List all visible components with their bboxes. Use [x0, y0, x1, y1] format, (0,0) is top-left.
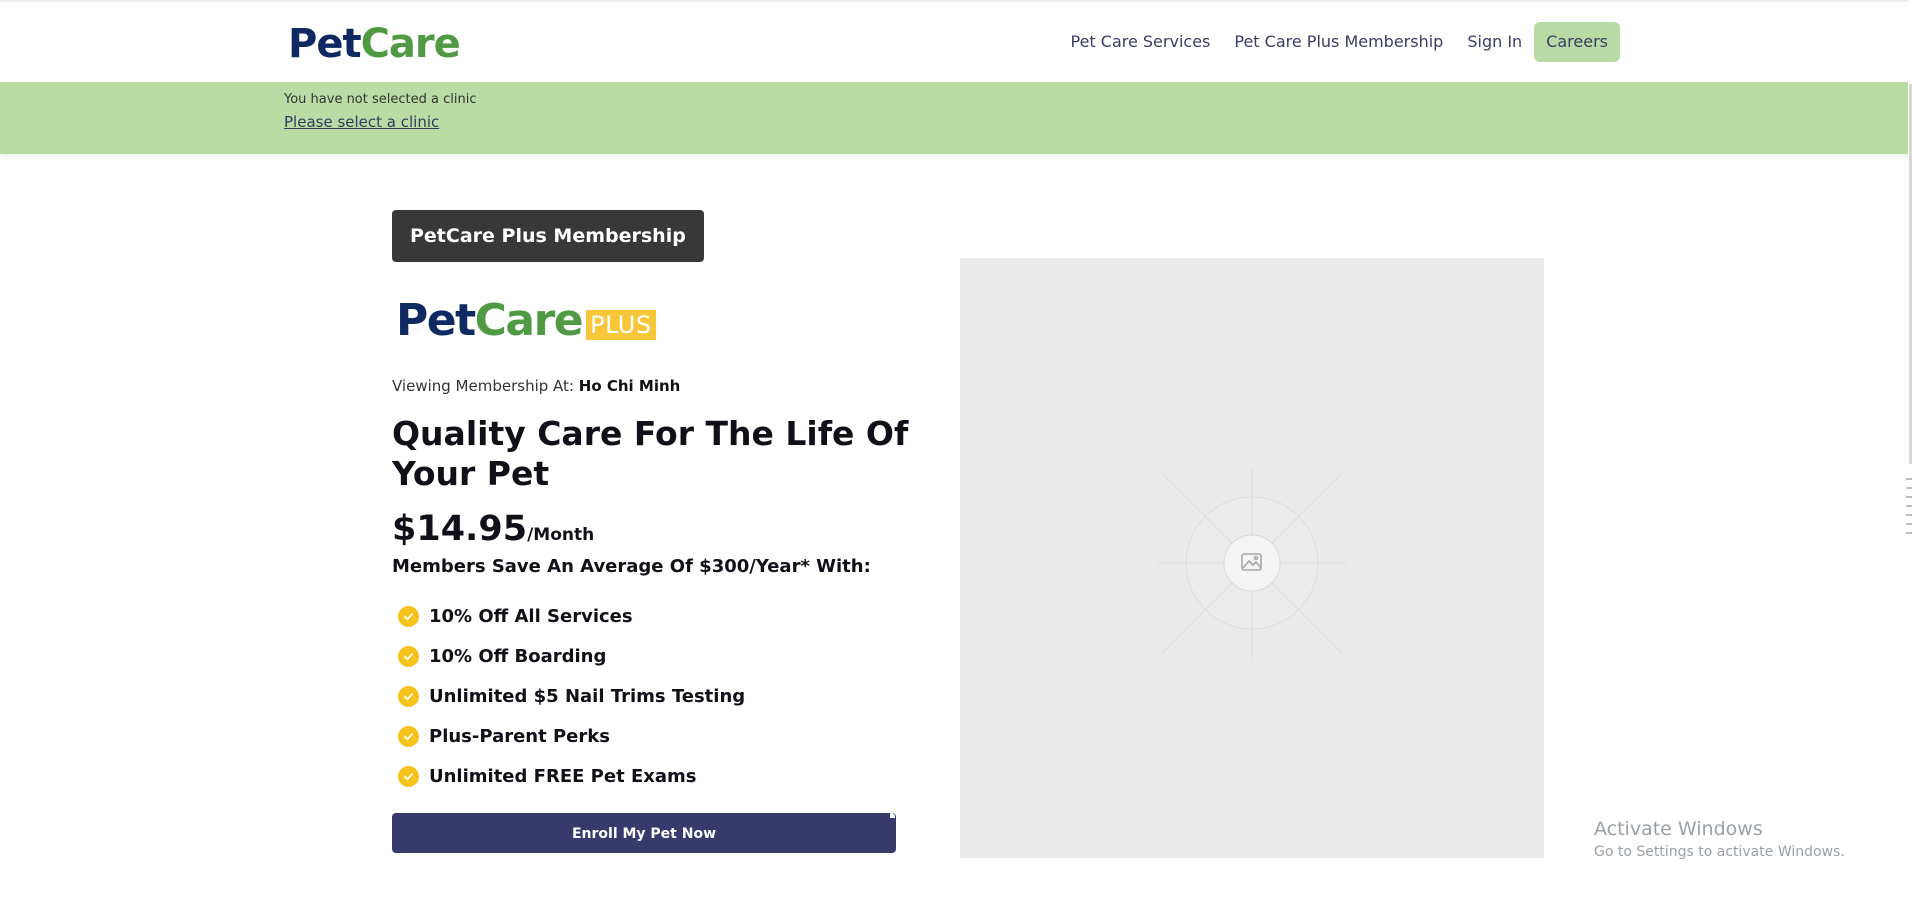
- viewing-label: Viewing Membership At:: [392, 377, 574, 395]
- logo-word-care: Care: [360, 21, 461, 67]
- check-circle-icon: [398, 765, 419, 787]
- benefit-item: 10% Off Boarding: [398, 636, 745, 676]
- main-nav: Pet Care Services Pet Care Plus Membersh…: [1058, 22, 1620, 62]
- membership-image-placeholder: [960, 258, 1544, 858]
- select-clinic-link[interactable]: Please select a clinic: [284, 113, 439, 131]
- activate-windows-watermark: Activate Windows Go to Settings to activ…: [1594, 816, 1845, 862]
- scrollbar-grip[interactable]: [1906, 478, 1912, 534]
- membership-headline: Quality Care For The Life Of Your Pet: [392, 414, 909, 493]
- benefit-item: Unlimited $5 Nail Trims Testing: [398, 676, 745, 716]
- clinic-banner-message: You have not selected a clinic: [284, 92, 477, 107]
- enroll-pet-button[interactable]: Enroll My Pet Now: [392, 813, 896, 853]
- benefit-item: Unlimited FREE Pet Exams: [398, 756, 745, 796]
- watermark-subtitle: Go to Settings to activate Windows.: [1594, 844, 1845, 860]
- price-amount: $14.95: [392, 509, 528, 549]
- check-circle-icon: [398, 645, 419, 667]
- plus-logo-tag: PLUS: [586, 310, 656, 340]
- logo-word-pet: Pet: [288, 21, 362, 67]
- petcare-logo[interactable]: PetCare: [288, 20, 461, 68]
- price-period: /Month: [527, 525, 595, 545]
- nav-pet-care-plus-membership[interactable]: Pet Care Plus Membership: [1222, 22, 1455, 62]
- plus-logo-word-pet: Pet: [396, 295, 476, 346]
- benefit-label: 10% Off All Services: [429, 605, 633, 627]
- nav-sign-in[interactable]: Sign In: [1455, 22, 1534, 62]
- enroll-button-corner-notch: [890, 813, 895, 818]
- savings-statement: Members Save An Average Of $300/Year* Wi…: [392, 556, 871, 577]
- benefit-label: Plus-Parent Perks: [429, 725, 610, 747]
- viewing-location: Ho Chi Minh: [578, 377, 681, 395]
- check-circle-icon: [398, 685, 419, 707]
- benefit-label: Unlimited $5 Nail Trims Testing: [429, 685, 746, 707]
- site-header: PetCare Pet Care Services Pet Care Plus …: [0, 2, 1912, 82]
- clinic-banner: You have not selected a clinic Please se…: [0, 82, 1912, 154]
- plus-logo-word-care: Care: [474, 295, 584, 346]
- page: PetCare Pet Care Services Pet Care Plus …: [0, 0, 1912, 910]
- benefit-item: Plus-Parent Perks: [398, 716, 745, 756]
- watermark-title: Activate Windows: [1594, 818, 1763, 840]
- benefit-label: 10% Off Boarding: [429, 645, 607, 667]
- viewing-membership-line: Viewing Membership At: Ho Chi Minh: [392, 377, 680, 395]
- membership-badge: PetCare Plus Membership: [392, 210, 704, 262]
- membership-price: $14.95/Month: [392, 508, 594, 550]
- image-placeholder-icon: [1157, 468, 1347, 658]
- check-circle-icon: [398, 725, 419, 747]
- nav-careers-button[interactable]: Careers: [1534, 22, 1620, 62]
- benefits-list: 10% Off All Services 10% Off Boarding Un…: [398, 596, 745, 796]
- nav-pet-care-services[interactable]: Pet Care Services: [1058, 22, 1222, 62]
- petcare-plus-logo: Pet Care PLUS: [396, 296, 656, 346]
- benefit-item: 10% Off All Services: [398, 596, 745, 636]
- benefit-label: Unlimited FREE Pet Exams: [429, 765, 697, 787]
- check-circle-icon: [398, 605, 419, 627]
